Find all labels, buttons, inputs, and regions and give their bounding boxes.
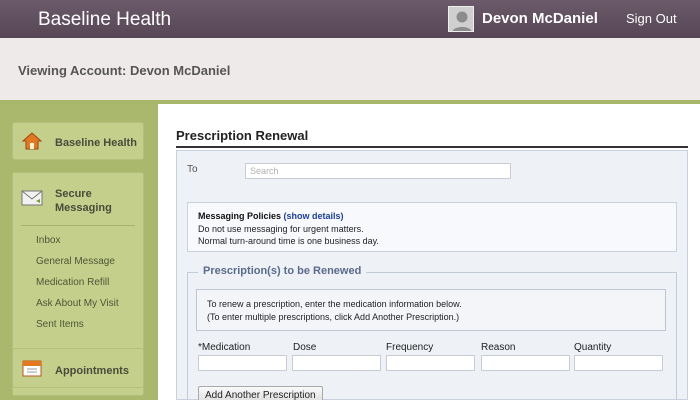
sidebar-link-sent-items[interactable]: Sent Items	[36, 319, 84, 330]
app-title[interactable]: Baseline Health	[38, 9, 171, 31]
envelope-icon	[21, 189, 43, 212]
policies-title: Messaging Policies	[198, 211, 282, 221]
instruction-line: (To enter multiple prescriptions, click …	[207, 312, 460, 322]
user-name[interactable]: Devon McDaniel	[482, 10, 598, 27]
viewing-account-label: Viewing Account: Devon McDaniel	[18, 63, 231, 78]
sidebar-link-ask-about-visit[interactable]: Ask About My Visit	[36, 298, 119, 309]
show-details-link[interactable]: (show details)	[284, 211, 344, 221]
frequency-input[interactable]	[386, 355, 475, 371]
sidebar-link-medication-refill[interactable]: Medication Refill	[36, 277, 109, 288]
policy-line: Do not use messaging for urgent matters.	[198, 224, 364, 234]
sign-out-link[interactable]: Sign Out	[626, 11, 677, 26]
sidebar-item-label: Baseline Health	[55, 137, 137, 149]
page-title: Prescription Renewal	[176, 128, 309, 143]
message-form: To Messaging Policies (show details) Do …	[176, 150, 688, 400]
messaging-label-line1: Secure	[55, 188, 92, 200]
policies-heading: Messaging Policies (show details)	[198, 211, 344, 221]
policy-line: Normal turn-around time is one business …	[198, 236, 379, 246]
divider	[176, 146, 688, 148]
sidebar-item-home[interactable]: Baseline Health	[12, 122, 144, 160]
medication-label: *Medication	[198, 342, 251, 353]
messaging-label-line2: Messaging	[55, 202, 112, 214]
main-content: Prescription Renewal To Messaging Polici…	[158, 104, 700, 400]
quantity-input[interactable]	[574, 355, 663, 371]
top-bar: Baseline Health Devon McDaniel Sign Out	[0, 0, 700, 38]
divider	[21, 225, 135, 226]
medication-input[interactable]	[198, 355, 287, 371]
to-label: To	[187, 164, 198, 175]
add-another-prescription-button[interactable]: Add Another Prescription	[198, 386, 323, 400]
dose-label: Dose	[293, 342, 317, 353]
dose-input[interactable]	[292, 355, 381, 371]
fieldset-legend: Prescription(s) to be Renewed	[198, 265, 367, 277]
prescriptions-fieldset: Prescription(s) to be Renewed To renew a…	[187, 265, 677, 400]
reason-input[interactable]	[481, 355, 570, 371]
quantity-label: Quantity	[574, 342, 612, 353]
frequency-label: Frequency	[386, 342, 434, 353]
messaging-policies-box: Messaging Policies (show details) Do not…	[187, 202, 677, 252]
instructions-box: To renew a prescription, enter the medic…	[196, 289, 666, 331]
recipient-search-input[interactable]	[245, 163, 511, 179]
reason-label: Reason	[481, 342, 516, 353]
home-icon	[21, 131, 43, 156]
sidebar: Baseline Health Secure Messaging Inbox G…	[0, 104, 158, 400]
sidebar-item-secure-messaging[interactable]: Secure Messaging	[55, 187, 112, 215]
instruction-line: To renew a prescription, enter the medic…	[207, 299, 462, 309]
calendar-icon	[21, 358, 43, 383]
sidebar-link-general-message[interactable]: General Message	[36, 256, 115, 267]
sidebar-item-appointments[interactable]: Appointments	[12, 348, 144, 388]
user-avatar-icon	[448, 6, 474, 32]
account-strip: Viewing Account: Devon McDaniel	[0, 38, 700, 100]
sidebar-link-inbox[interactable]: Inbox	[36, 235, 60, 246]
sidebar-item-label: Appointments	[55, 365, 129, 377]
